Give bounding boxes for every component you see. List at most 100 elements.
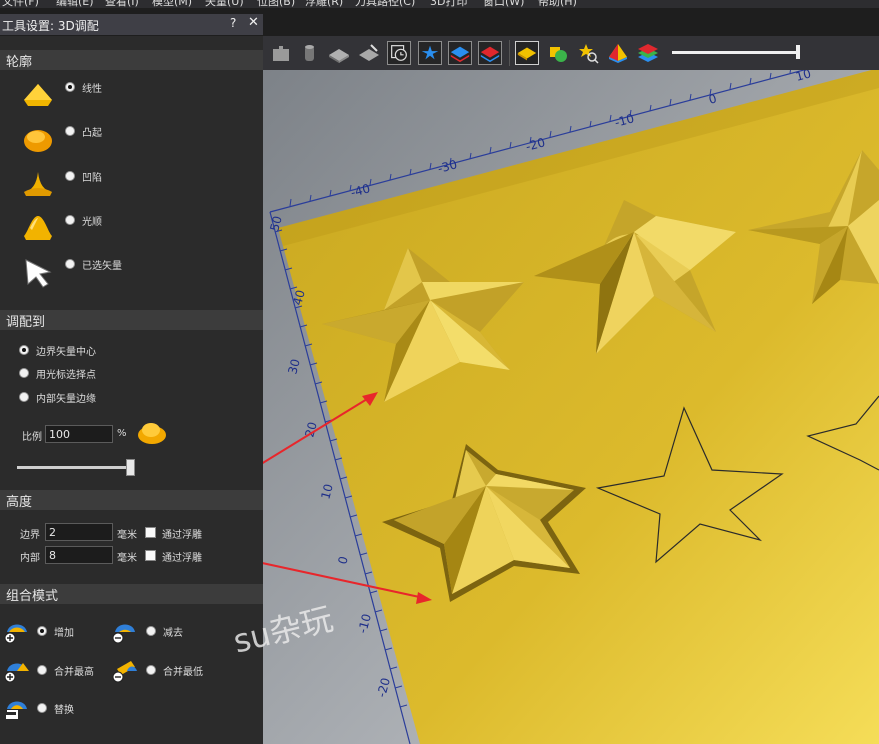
stacked-layers-icon[interactable] [636, 41, 660, 65]
scale-unit: % [117, 428, 127, 439]
menu-edit[interactable]: 编辑(E) [56, 0, 94, 8]
scale-preview-icon [138, 423, 166, 444]
menu-file[interactable]: 文件(F) [2, 0, 39, 8]
boundary-height-unit: 毫米 [117, 530, 137, 541]
profile-linear-radio[interactable] [65, 82, 75, 92]
replace-mode-icon [6, 701, 27, 719]
inner-height-unit: 毫米 [117, 553, 137, 564]
combine-merge-lowest-label: 合并最低 [163, 667, 203, 678]
relief-plate-icon[interactable] [327, 41, 351, 65]
inner-height-label: 内部 [20, 553, 40, 564]
yellow-plate-button[interactable] [515, 41, 539, 65]
star-relief-button[interactable] [418, 41, 442, 65]
combine-merge-lowest-radio[interactable] [146, 665, 156, 675]
height-section-title: 高度 [6, 495, 33, 510]
profile-convex-radio[interactable] [65, 126, 75, 136]
fit-inner-edge-radio[interactable] [19, 392, 29, 402]
menu-help[interactable]: 帮助(H) [538, 0, 577, 8]
main-toolbar [263, 36, 879, 70]
combine-add-radio[interactable] [37, 626, 47, 636]
combine-subtract-radio[interactable] [146, 626, 156, 636]
menu-relief[interactable]: 浮雕(R) [305, 0, 343, 8]
relief-pick-icon[interactable] [357, 41, 381, 65]
height-section-header: 高度 [0, 490, 263, 510]
convex-profile-icon [24, 130, 52, 152]
toolbar-slider-track[interactable] [672, 51, 798, 54]
boundary-height-input[interactable] [45, 523, 113, 541]
fit-boundary-center-label: 边界矢量中心 [36, 347, 96, 358]
relief-puzzle-icon[interactable] [269, 41, 293, 65]
profile-section-header: 轮廓 [0, 50, 263, 70]
merge-lowest-icon [112, 661, 137, 683]
fit-boundary-center-radio[interactable] [19, 345, 29, 355]
smooth-profile-icon [24, 216, 52, 240]
profile-section-title: 轮廓 [6, 55, 33, 70]
fit-cursor-point-radio[interactable] [19, 368, 29, 378]
selected-vector-cursor-icon [25, 259, 52, 288]
combine-section-title: 组合模式 [6, 589, 59, 604]
menu-bar: 文件(F) 编辑(E) 查看(I) 模型(M) 矢量(U) 位图(B) 浮雕(R… [0, 0, 879, 8]
shape-combine-icon[interactable] [546, 41, 570, 65]
fit-cursor-point-label: 用光标选择点 [36, 370, 96, 381]
concave-profile-icon [24, 172, 52, 196]
red-layer-icon [480, 46, 500, 63]
add-mode-icon [4, 624, 27, 644]
fit-to-section-header: 调配到 [0, 310, 263, 330]
menu-model[interactable]: 模型(M) [152, 0, 192, 8]
panel-title-bar: 工具设置: 3D调配 ? ✕ [0, 14, 263, 36]
combine-subtract-label: 减去 [163, 628, 183, 639]
fit-inner-edge-label: 内部矢量边缘 [36, 394, 96, 405]
clock-tool-button[interactable] [387, 41, 411, 65]
relief-scene: -40 -30 -20 -10 0 10 50 40 30 20 10 0 -1… [263, 70, 879, 744]
help-button[interactable]: ? [230, 16, 236, 30]
combine-merge-highest-label: 合并最高 [54, 667, 94, 678]
profile-selected-vector-radio[interactable] [65, 259, 75, 269]
menu-3dprint[interactable]: 3D打印 [430, 0, 467, 8]
profile-concave-radio[interactable] [65, 171, 75, 181]
combine-add-label: 增加 [54, 628, 74, 639]
subtract-mode-icon [112, 624, 135, 644]
menu-toolpath[interactable]: 刀具路径(C) [355, 0, 415, 8]
star-search-icon[interactable] [576, 41, 600, 65]
scale-slider-thumb[interactable] [126, 459, 135, 476]
combine-section-header: 组合模式 [0, 584, 263, 604]
boundary-height-label: 边界 [20, 530, 40, 541]
merge-highest-icon [4, 663, 29, 683]
blue-star-icon [421, 45, 439, 60]
yellow-plate-icon [517, 47, 537, 61]
3d-viewport[interactable]: -40 -30 -20 -10 0 10 50 40 30 20 10 0 -1… [263, 70, 879, 744]
boundary-through-relief-label: 通过浮雕 [162, 530, 202, 541]
profile-concave-label: 凹陷 [82, 173, 102, 184]
menu-vector[interactable]: 矢量(U) [205, 0, 244, 8]
layer-relief-red-button[interactable] [478, 41, 502, 65]
inner-height-input[interactable] [45, 546, 113, 564]
blue-layer-icon [450, 46, 470, 63]
profile-smooth-radio[interactable] [65, 215, 75, 225]
scale-label: 比例 [22, 432, 42, 443]
clock-icon [391, 45, 407, 61]
tool-settings-panel: 工具设置: 3D调配 ? ✕ 轮廓 线性 凸起 凹陷 光顺 已选矢量 调配到 边… [0, 14, 263, 744]
relief-cylinder-icon[interactable] [297, 41, 321, 65]
toolbar-divider [509, 40, 510, 66]
profile-smooth-label: 光顺 [82, 217, 102, 228]
pyramid-icon[interactable] [606, 41, 630, 65]
close-button[interactable]: ✕ [248, 15, 259, 30]
scale-slider-track[interactable] [17, 466, 130, 469]
combine-replace-label: 替换 [54, 705, 74, 716]
menu-window[interactable]: 窗口(W) [483, 0, 524, 8]
inner-through-relief-label: 通过浮雕 [162, 553, 202, 564]
profile-selected-vector-label: 已选矢量 [82, 261, 122, 272]
boundary-through-relief-checkbox[interactable] [145, 527, 156, 538]
linear-profile-icon [24, 84, 52, 106]
profile-linear-label: 线性 [82, 84, 102, 95]
menu-bitmap[interactable]: 位图(B) [257, 0, 295, 8]
toolbar-slider-thumb[interactable] [796, 45, 800, 59]
fit-to-section-title: 调配到 [6, 315, 46, 330]
scale-input[interactable] [45, 425, 113, 443]
combine-merge-highest-radio[interactable] [37, 665, 47, 675]
combine-replace-radio[interactable] [37, 703, 47, 713]
inner-through-relief-checkbox[interactable] [145, 550, 156, 561]
profile-convex-label: 凸起 [82, 128, 102, 139]
layer-relief-button[interactable] [448, 41, 472, 65]
menu-view[interactable]: 查看(I) [105, 0, 139, 8]
